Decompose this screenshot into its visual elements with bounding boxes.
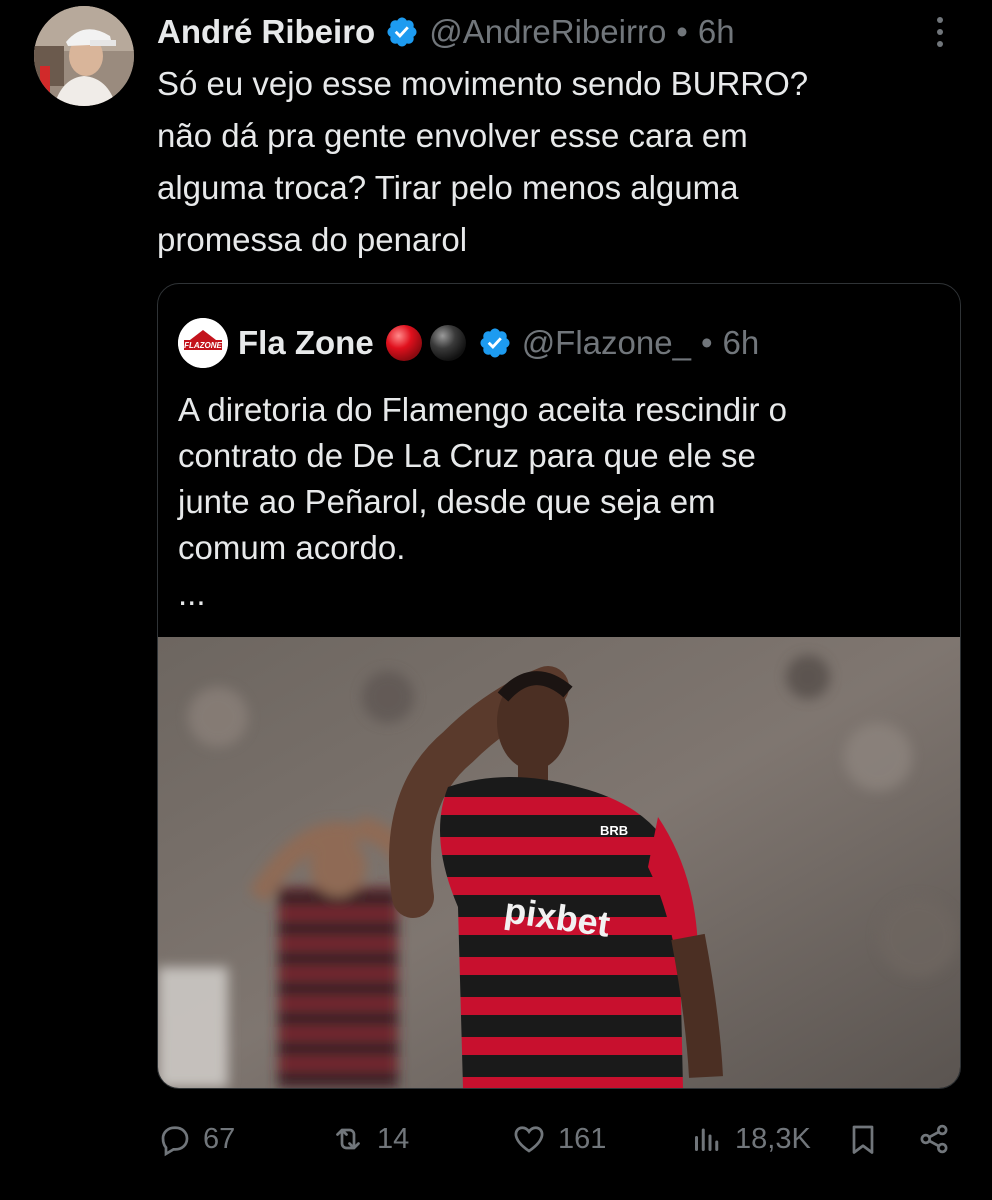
reply-button[interactable]: 67: [157, 1115, 235, 1163]
repost-icon: [336, 1128, 360, 1150]
avatar-photo: [34, 6, 134, 106]
heart-icon: [514, 1126, 544, 1153]
bookmark-button[interactable]: [845, 1115, 881, 1163]
flazone-logo-text: FLAZONE: [184, 341, 222, 350]
tweet-time[interactable]: 6h: [698, 13, 735, 51]
bookmark-icon: [852, 1125, 874, 1154]
tweet-text-line: Só eu vejo esse movimento sendo BURRO?: [157, 65, 809, 102]
quoted-author-handle: @Flazone_: [521, 324, 691, 361]
tweet-text-line: promessa do penarol: [157, 221, 468, 258]
soccer-player-photo: pixbet BRB: [158, 637, 960, 1088]
reply-icon: [161, 1126, 189, 1157]
share-icon: [920, 1124, 948, 1154]
author-avatar[interactable]: [34, 6, 134, 106]
meta-separator: •: [676, 13, 688, 50]
tweet-text-line: alguma troca? Tirar pelo menos alguma: [157, 169, 739, 206]
like-button[interactable]: 161: [510, 1115, 606, 1163]
author-handle[interactable]: @AndreRibeirro: [429, 13, 666, 51]
meta-separator: •: [700, 324, 713, 361]
flazone-logo-icon: FLAZONE: [178, 318, 228, 368]
quoted-text-line: junte ao Peñarol, desde que seja em: [178, 483, 716, 520]
tweet-text-line: não dá pra gente envolver esse cara em: [157, 117, 748, 154]
author-name[interactable]: André Ribeiro: [157, 13, 375, 51]
verified-badge-icon: [480, 328, 510, 358]
like-count: 161: [558, 1122, 607, 1155]
red-circle-icon: [385, 325, 422, 361]
quoted-author-emoji: [384, 323, 468, 363]
views-count: 18,3K: [735, 1122, 811, 1155]
verified-badge-icon: [387, 17, 417, 47]
tweet-text: Só eu vejo esse movimento sendo BURRO? n…: [157, 58, 957, 266]
quoted-author-avatar: FLAZONE: [178, 318, 228, 368]
quoted-text-line: A diretoria do Flamengo aceita rescindir…: [178, 391, 787, 428]
quoted-text-ellipsis: ...: [178, 575, 206, 612]
quoted-text-line: contrato de De La Cruz para que ele se: [178, 437, 756, 474]
quoted-text-line: comum acordo.: [178, 529, 406, 566]
more-options-icon[interactable]: [926, 12, 954, 52]
tweet-header: André Ribeiro @AndreRibeirro • 6h: [157, 10, 735, 54]
jersey-badge-text: BRB: [600, 823, 628, 838]
reply-count: 67: [203, 1122, 236, 1155]
tweet: André Ribeiro @AndreRibeirro • 6h Só eu …: [0, 0, 992, 1200]
quoted-tweet-card[interactable]: FLAZONE Fla Zone @Flazone_ • 6h A direto…: [157, 283, 961, 1089]
quoted-author-name: Fla Zone: [238, 324, 374, 361]
quoted-tweet-time: 6h: [722, 324, 760, 361]
views-button[interactable]: 18,3K: [689, 1115, 811, 1163]
repost-count: 14: [377, 1122, 410, 1155]
quoted-tweet-photo[interactable]: pixbet BRB: [158, 637, 960, 1088]
quoted-tweet-text: A diretoria do Flamengo aceita rescindir…: [178, 387, 938, 617]
quoted-tweet-header: FLAZONE Fla Zone @Flazone_ • 6h: [178, 318, 760, 368]
repost-button[interactable]: 14: [329, 1115, 409, 1163]
black-circle-icon: [429, 325, 466, 361]
views-icon: [695, 1128, 719, 1151]
share-button[interactable]: [915, 1115, 953, 1163]
tweet-action-bar: 67 14 161 18,3K: [157, 1115, 957, 1163]
